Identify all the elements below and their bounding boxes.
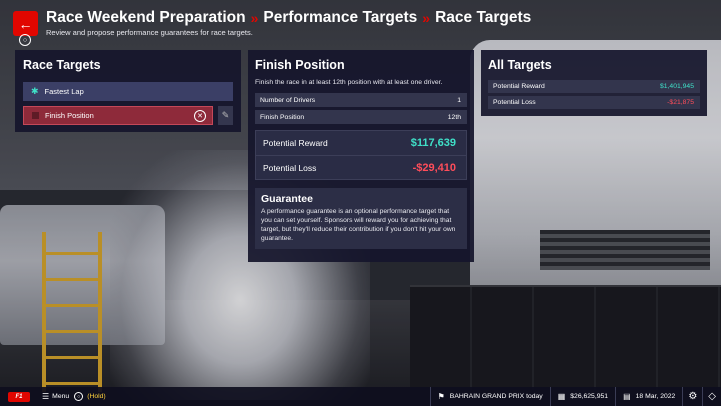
date-value: 18 Mar, 2022 — [635, 393, 676, 400]
back-arrow-icon: ← — [18, 15, 33, 32]
detail-value: 1 — [457, 96, 461, 104]
back-button[interactable]: ← — [13, 11, 38, 36]
guarantee-text: A performance guarantee is an optional p… — [261, 208, 456, 243]
edit-button[interactable]: ✎ — [218, 106, 233, 125]
menu-label[interactable]: Menu — [52, 393, 69, 400]
guarantee-title: Guarantee — [261, 193, 313, 205]
detail-row: Number of Drivers 1 — [255, 93, 467, 107]
potential-loss-label: Potential Loss — [493, 99, 536, 106]
calendar-icon: ▤ — [623, 392, 631, 401]
potential-loss-label: Potential Loss — [263, 162, 317, 173]
money-icon: ▦ — [557, 392, 566, 401]
all-targets-reward-row: Potential Reward $1,401,945 — [488, 80, 700, 93]
potential-loss-value: -$21,875 — [667, 99, 694, 106]
race-targets-title: Race Targets — [23, 58, 101, 72]
controller-circle-icon: ○ — [19, 34, 31, 46]
breadcrumb: Race Weekend Preparation » Performance T… — [46, 9, 531, 27]
target-item-finish-position[interactable]: Finish Position ✕ — [23, 106, 213, 125]
f1-logo: F1 — [8, 391, 30, 402]
detail-label: Number of Drivers — [260, 96, 316, 104]
all-targets-panel: All Targets Potential Reward $1,401,945 … — [481, 50, 707, 116]
all-targets-title: All Targets — [488, 58, 552, 72]
footer-status: ⚑ BAHRAIN GRAND PRIX today ▦ $26,625,951… — [429, 387, 721, 406]
checkbox-icon — [32, 112, 39, 119]
event-status: ⚑ BAHRAIN GRAND PRIX today — [429, 387, 550, 406]
target-item-label: Fastest Lap — [44, 87, 84, 96]
guarantee-info: Guarantee A performance guarantee is an … — [255, 188, 467, 250]
settings-button[interactable]: ⚙ — [682, 387, 702, 406]
all-targets-loss-row: Potential Loss -$21,875 — [488, 96, 700, 109]
hold-label: (Hold) — [87, 393, 106, 400]
event-label: BAHRAIN GRAND PRIX today — [449, 393, 543, 400]
date-status: ▤ 18 Mar, 2022 — [615, 387, 682, 406]
potential-reward-row: Potential Reward $117,639 — [256, 131, 466, 155]
potential-reward-label: Potential Reward — [263, 138, 328, 148]
breadcrumb-item[interactable]: Race Weekend Preparation — [46, 9, 246, 27]
help-icon: ◇ — [708, 391, 716, 402]
potential-loss-row: Potential Loss -$29,410 — [256, 155, 466, 179]
breadcrumb-item-current: Race Targets — [435, 9, 532, 26]
controller-circle-icon: ○ — [74, 392, 84, 401]
remove-icon[interactable]: ✕ — [194, 110, 206, 122]
breadcrumb-separator: » — [250, 10, 259, 26]
finish-position-panel: Finish Position Finish the race in at le… — [248, 50, 474, 262]
race-targets-panel: Race Targets ✱ Fastest Lap Finish Positi… — [15, 50, 241, 132]
footer-bar: F1 ☰ Menu ○ (Hold) ⚑ BAHRAIN GRAND PRIX … — [0, 387, 721, 406]
star-icon: ✱ — [31, 86, 39, 96]
pencil-icon: ✎ — [221, 110, 230, 120]
target-item-label: Finish Position — [45, 111, 94, 120]
page-header: ← ○ Race Weekend Preparation » Performan… — [0, 0, 721, 48]
finish-position-description: Finish the race in at least 12th positio… — [255, 79, 443, 86]
detail-value: 12th — [447, 113, 461, 121]
help-button[interactable]: ◇ — [702, 387, 721, 406]
finish-position-title: Finish Position — [255, 58, 345, 72]
detail-row: Finish Position 12th — [255, 110, 467, 124]
potential-loss-value: -$29,410 — [412, 161, 456, 174]
page-subtitle: Review and propose performance guarantee… — [46, 28, 253, 37]
detail-label: Finish Position — [260, 113, 305, 121]
gear-icon: ⚙ — [688, 391, 698, 402]
flag-icon: ⚑ — [437, 392, 445, 401]
target-item-fastest-lap[interactable]: ✱ Fastest Lap — [23, 82, 233, 101]
menu-icon[interactable]: ☰ — [42, 392, 49, 401]
balance-value: $26,625,951 — [570, 393, 609, 400]
balance-status: ▦ $26,625,951 — [549, 387, 615, 406]
reward-loss-box: Potential Reward $117,639 Potential Loss… — [255, 130, 467, 180]
potential-reward-value: $1,401,945 — [659, 83, 694, 90]
breadcrumb-item[interactable]: Performance Targets — [263, 9, 417, 27]
potential-reward-label: Potential Reward — [493, 83, 545, 90]
breadcrumb-separator: » — [422, 10, 431, 26]
potential-reward-value: $117,639 — [410, 137, 456, 149]
